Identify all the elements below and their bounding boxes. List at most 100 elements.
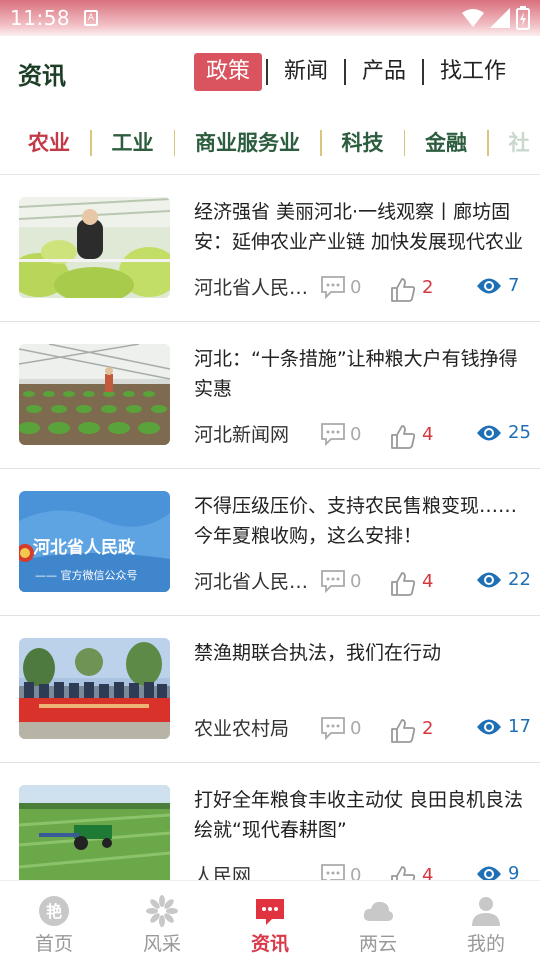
- thumbnail-banner-subtext: —— 官方微信公众号: [35, 568, 138, 582]
- nav-label: 风采: [142, 933, 181, 955]
- svg-text:艳: 艳: [46, 902, 62, 921]
- battery-icon: [516, 6, 530, 30]
- article-thumbnail[interactable]: [19, 197, 170, 298]
- eye-icon: [477, 866, 501, 880]
- sim-card-icon: A: [84, 10, 98, 26]
- article-list: 经济强省 美丽河北·一线观察丨廊坊固安：延伸农业产业链 加快发展现代农业 河北省…: [0, 175, 540, 880]
- nav-news[interactable]: 资讯: [216, 881, 324, 960]
- like-count-value: 4: [422, 424, 434, 445]
- category-finance[interactable]: 金融: [405, 128, 487, 158]
- home-logo-icon: 艳: [39, 896, 69, 926]
- article-thumbnail[interactable]: [19, 638, 170, 739]
- like-count[interactable]: 4: [390, 567, 433, 597]
- nav-cloud[interactable]: 两云: [324, 881, 432, 960]
- view-count-value: 22: [508, 569, 531, 590]
- like-count-value: 4: [422, 865, 434, 880]
- comment-count[interactable]: 0: [320, 569, 361, 593]
- like-count[interactable]: 2: [390, 273, 433, 303]
- article-title[interactable]: 河北：“十条措施”让种粮大户有钱挣得实惠: [194, 344, 524, 404]
- article-meta: 河北新闻网 0 4 25: [194, 420, 531, 450]
- chat-bubble-icon: [256, 899, 284, 925]
- view-count-value: 17: [508, 716, 531, 737]
- view-count-value: 25: [508, 422, 531, 443]
- thumbs-up-icon: [391, 572, 416, 596]
- like-count[interactable]: 2: [390, 714, 433, 744]
- eye-icon: [477, 278, 501, 293]
- category-agriculture[interactable]: 农业: [16, 128, 90, 158]
- article-title[interactable]: 打好全年粮食丰收主动仗 良田良机良法绘就“现代春耕图”: [194, 785, 524, 845]
- article-thumbnail[interactable]: [19, 785, 170, 880]
- tab-divider: [343, 59, 346, 85]
- article-thumbnail[interactable]: 河北省人民政 —— 官方微信公众号: [19, 491, 170, 592]
- article-title[interactable]: 经济强省 美丽河北·一线观察丨廊坊固安：延伸农业产业链 加快发展现代农业: [194, 197, 524, 257]
- comment-count-value: 0: [350, 717, 362, 739]
- comment-count[interactable]: 0: [320, 275, 361, 299]
- tab-news[interactable]: 新闻: [272, 53, 340, 91]
- comment-icon: [321, 864, 345, 880]
- nav-label: 我的: [466, 933, 505, 955]
- category-bar: 农业 工业 商业服务业 科技 金融 社: [0, 118, 540, 168]
- like-count[interactable]: 4: [390, 420, 433, 450]
- category-technology[interactable]: 科技: [322, 128, 404, 158]
- category-industry[interactable]: 工业: [92, 128, 174, 158]
- top-tabs: 政策 新闻 产品 找工作: [193, 53, 518, 91]
- nav-label: 首页: [34, 933, 73, 955]
- nav-label: 两云: [358, 933, 397, 955]
- page-title: 资讯: [18, 62, 66, 90]
- status-bar: 11:58 A: [0, 0, 540, 36]
- comment-icon: [321, 570, 345, 593]
- thumbnail-banner-text: 河北省人民政: [33, 537, 136, 558]
- comment-icon: [321, 717, 345, 740]
- thumbs-up-icon: [391, 425, 416, 449]
- user-icon: [472, 897, 500, 926]
- view-count: 9: [476, 863, 519, 880]
- thumbs-up-icon: [391, 278, 416, 302]
- article-thumbnail[interactable]: [19, 344, 170, 445]
- eye-icon: [477, 572, 501, 587]
- view-count-value: 9: [508, 863, 520, 880]
- tab-divider: [421, 59, 424, 85]
- tab-jobs[interactable]: 找工作: [428, 53, 518, 91]
- tab-products[interactable]: 产品: [350, 53, 418, 91]
- like-count-value: 4: [422, 571, 434, 592]
- bottom-navigation: 艳 首页 风采 资讯 两云 我的: [0, 880, 540, 960]
- article-source: 河北省人民政府: [194, 277, 310, 299]
- article-meta: 农业农村局 0 2 17: [194, 714, 531, 744]
- nav-label: 资讯: [250, 933, 289, 955]
- view-count: 17: [476, 716, 531, 737]
- view-count: 25: [476, 422, 531, 443]
- category-commerce-services[interactable]: 商业服务业: [175, 128, 320, 158]
- view-count: 22: [476, 569, 531, 590]
- article-item[interactable]: 打好全年粮食丰收主动仗 良田良机良法绘就“现代春耕图” 人民网 0 4 9: [0, 763, 540, 880]
- article-source: 河北省人民政府: [194, 571, 310, 593]
- comment-icon: [321, 423, 345, 446]
- comment-count[interactable]: 0: [320, 716, 361, 740]
- article-item[interactable]: 河北：“十条措施”让种粮大户有钱挣得实惠 河北新闻网 0 4 25: [0, 322, 540, 469]
- eye-icon: [477, 425, 501, 440]
- comment-count-value: 0: [350, 423, 362, 445]
- app-header: 资讯 政策 新闻 产品 找工作: [0, 36, 540, 108]
- comment-count[interactable]: 0: [320, 422, 361, 446]
- article-title[interactable]: 不得压级压价、支持农民售粮变现……今年夏粮收购，这么安排！: [194, 491, 524, 551]
- article-meta: 人民网 0 4 9: [194, 861, 524, 880]
- nav-profile[interactable]: 我的: [432, 881, 540, 960]
- article-source: 人民网: [194, 865, 252, 880]
- like-count[interactable]: 4: [390, 861, 433, 880]
- nav-showcase[interactable]: 风采: [108, 881, 216, 960]
- like-count-value: 2: [422, 718, 434, 739]
- tab-divider: [265, 59, 268, 85]
- article-meta: 河北省人民政府 0 4 22: [194, 567, 531, 597]
- status-time: 11:58: [10, 6, 71, 30]
- comment-count-value: 0: [350, 864, 362, 881]
- wifi-icon: [462, 9, 484, 27]
- comment-count[interactable]: 0: [320, 863, 361, 880]
- article-item[interactable]: 河北省人民政 —— 官方微信公众号 不得压级压价、支持农民售粮变现……今年夏粮收…: [0, 469, 540, 616]
- comment-count-value: 0: [350, 570, 362, 592]
- article-title[interactable]: 禁渔期联合执法，我们在行动: [194, 638, 524, 668]
- article-item[interactable]: 禁渔期联合执法，我们在行动 农业农村局 0 2 17: [0, 616, 540, 763]
- article-item[interactable]: 经济强省 美丽河北·一线观察丨廊坊固安：延伸农业产业链 加快发展现代农业 河北省…: [0, 175, 540, 322]
- category-society[interactable]: 社: [489, 128, 540, 158]
- nav-home[interactable]: 艳 首页: [0, 881, 108, 960]
- view-count: 7: [476, 275, 519, 296]
- tab-policy[interactable]: 政策: [193, 53, 262, 91]
